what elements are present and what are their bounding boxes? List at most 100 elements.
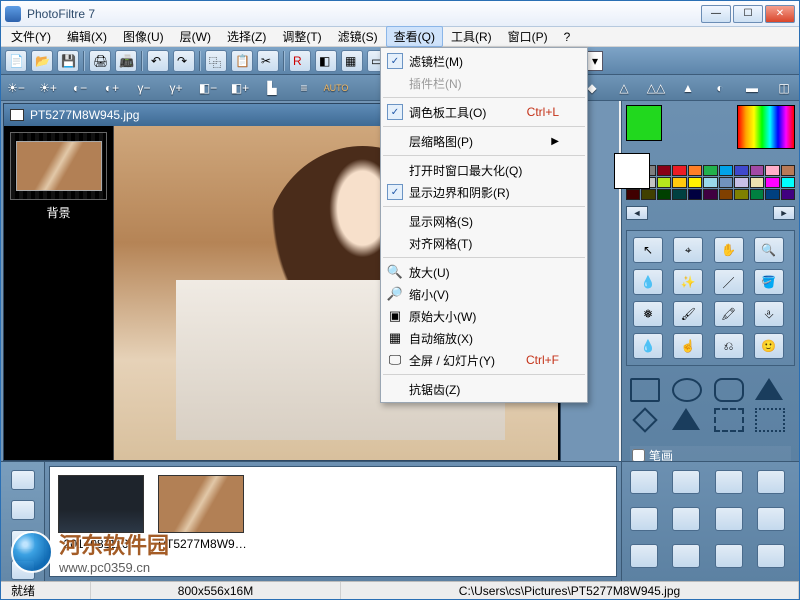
exp-tool-folder2[interactable]	[757, 470, 785, 494]
swatch[interactable]	[765, 177, 779, 188]
scan-button[interactable]: 📠	[115, 50, 137, 72]
swatch[interactable]	[641, 189, 655, 200]
exp-tool-grid[interactable]	[672, 544, 700, 568]
artistic2-button[interactable]: ▬	[741, 78, 763, 98]
menu-item-filter-bar[interactable]: ✓ 滤镜栏(M)	[381, 50, 587, 72]
spray-tool[interactable]: ❅	[633, 301, 663, 327]
swatch[interactable]	[719, 177, 733, 188]
exp-tool-crop[interactable]	[672, 507, 700, 531]
menu-item-zoom-in[interactable]: 🔍 放大(U)	[381, 261, 587, 283]
color-spectrum[interactable]	[737, 105, 795, 149]
swatch[interactable]	[657, 165, 671, 176]
advbrush-tool[interactable]: 🖍	[714, 301, 744, 327]
swatch[interactable]	[765, 189, 779, 200]
swatch-prev-button[interactable]: ◄	[626, 206, 648, 220]
retouch-tool[interactable]: 🙂	[754, 333, 784, 359]
exp-tool-pattern[interactable]	[757, 507, 785, 531]
swatch[interactable]	[734, 165, 748, 176]
swatch[interactable]	[626, 189, 640, 200]
exp-tool-select[interactable]	[630, 507, 658, 531]
histogram-button[interactable]: ▙	[261, 78, 283, 98]
eyedrop-tool[interactable]: 💧	[633, 269, 663, 295]
blur-tool[interactable]: 💧	[633, 333, 663, 359]
gamma-minus-button[interactable]: γ−	[133, 78, 155, 98]
canvas-button[interactable]: ▦	[341, 50, 363, 72]
swatch[interactable]	[688, 165, 702, 176]
undo-button[interactable]: ↶	[147, 50, 169, 72]
explorer-refresh-button[interactable]	[11, 500, 35, 520]
swatch[interactable]	[781, 189, 795, 200]
menu-file[interactable]: 文件(Y)	[3, 26, 59, 47]
minimize-button[interactable]: —	[701, 5, 731, 23]
pointer-tool[interactable]: ↖	[633, 237, 663, 263]
sharpen-button[interactable]: △	[613, 78, 635, 98]
menu-help[interactable]: ?	[556, 28, 579, 46]
swatch[interactable]	[688, 177, 702, 188]
menu-filter[interactable]: 滤镜(S)	[330, 26, 386, 47]
photomask-button[interactable]: ◫	[773, 78, 795, 98]
menu-select[interactable]: 选择(Z)	[219, 26, 274, 47]
stamp-tool[interactable]: ⎀	[754, 301, 784, 327]
shape-diamond[interactable]	[632, 407, 657, 432]
paste-button[interactable]: 📋	[231, 50, 253, 72]
shape-triangle[interactable]	[755, 378, 783, 400]
swatch[interactable]	[734, 177, 748, 188]
menu-item-auto-zoom[interactable]: ▦ 自动缩放(X)	[381, 327, 587, 349]
menu-view[interactable]: 查看(Q)	[386, 26, 443, 47]
menu-item-zoom-out[interactable]: 🔎 缩小(V)	[381, 283, 587, 305]
close-button[interactable]: ✕	[765, 5, 795, 23]
line-tool[interactable]: ／	[714, 269, 744, 295]
shape-rounded[interactable]	[714, 378, 744, 402]
swatch[interactable]	[719, 165, 733, 176]
saturation-minus-button[interactable]: ◧−	[197, 78, 219, 98]
cut-button[interactable]: ✂	[257, 50, 279, 72]
menu-item-show-grid[interactable]: 显示网格(S)	[381, 210, 587, 232]
brush-tool[interactable]: 🖌	[673, 301, 703, 327]
swatch[interactable]	[672, 189, 686, 200]
copy-button[interactable]: ⿻	[205, 50, 227, 72]
brightness-minus-button[interactable]: ☀−	[5, 78, 27, 98]
menu-layer[interactable]: 层(W)	[172, 26, 219, 47]
menu-item-antialias[interactable]: 抗锯齿(Z)	[381, 378, 587, 400]
swatch[interactable]	[703, 165, 717, 176]
swatch[interactable]	[688, 189, 702, 200]
swatch[interactable]	[781, 165, 795, 176]
shape-ellipse[interactable]	[672, 378, 702, 402]
swatch[interactable]	[750, 177, 764, 188]
smudge-tool[interactable]: ☝	[673, 333, 703, 359]
swatch[interactable]	[719, 189, 733, 200]
menu-window[interactable]: 窗口(P)	[500, 26, 556, 47]
menu-item-snap-grid[interactable]: 对齐网格(T)	[381, 232, 587, 254]
maximize-button[interactable]: ☐	[733, 5, 763, 23]
foreground-swatch[interactable]	[626, 105, 662, 141]
menu-item-fullscreen[interactable]: 🖵 全屏 / 幻灯片(Y) Ctrl+F	[381, 349, 587, 371]
swatch[interactable]	[657, 177, 671, 188]
swatch[interactable]	[750, 165, 764, 176]
pipette-tool[interactable]: ⌖	[673, 237, 703, 263]
swatch[interactable]	[765, 165, 779, 176]
menu-item-open-maximize[interactable]: 打开时窗口最大化(Q)	[381, 159, 587, 181]
clone-tool[interactable]: ⎌	[714, 333, 744, 359]
menu-item-palette[interactable]: ✓ 调色板工具(O) Ctrl+L	[381, 101, 587, 123]
saturation-plus-button[interactable]: ◧+	[229, 78, 251, 98]
contrast-minus-button[interactable]: ◐−	[69, 78, 91, 98]
swatch[interactable]	[781, 177, 795, 188]
swatch[interactable]	[750, 189, 764, 200]
swatch[interactable]	[703, 177, 717, 188]
swatch[interactable]	[672, 177, 686, 188]
exp-tool-text[interactable]	[630, 544, 658, 568]
exp-tool-info[interactable]	[715, 470, 743, 494]
wand-tool[interactable]: ✨	[673, 269, 703, 295]
layer-thumb[interactable]	[10, 132, 107, 200]
print-button[interactable]: 🖨	[89, 50, 111, 72]
redo-button[interactable]: ↷	[173, 50, 195, 72]
save-button[interactable]: 💾	[57, 50, 79, 72]
rgb-button[interactable]: R	[289, 50, 311, 72]
gamma-plus-button[interactable]: γ+	[165, 78, 187, 98]
open-button[interactable]: 📂	[31, 50, 53, 72]
exp-tool-folder[interactable]	[630, 470, 658, 494]
auto-button[interactable]: AUTO	[325, 78, 347, 98]
background-swatch[interactable]	[614, 153, 650, 189]
brightness-plus-button[interactable]: ☀+	[37, 78, 59, 98]
contrast-plus-button[interactable]: ◐+	[101, 78, 123, 98]
